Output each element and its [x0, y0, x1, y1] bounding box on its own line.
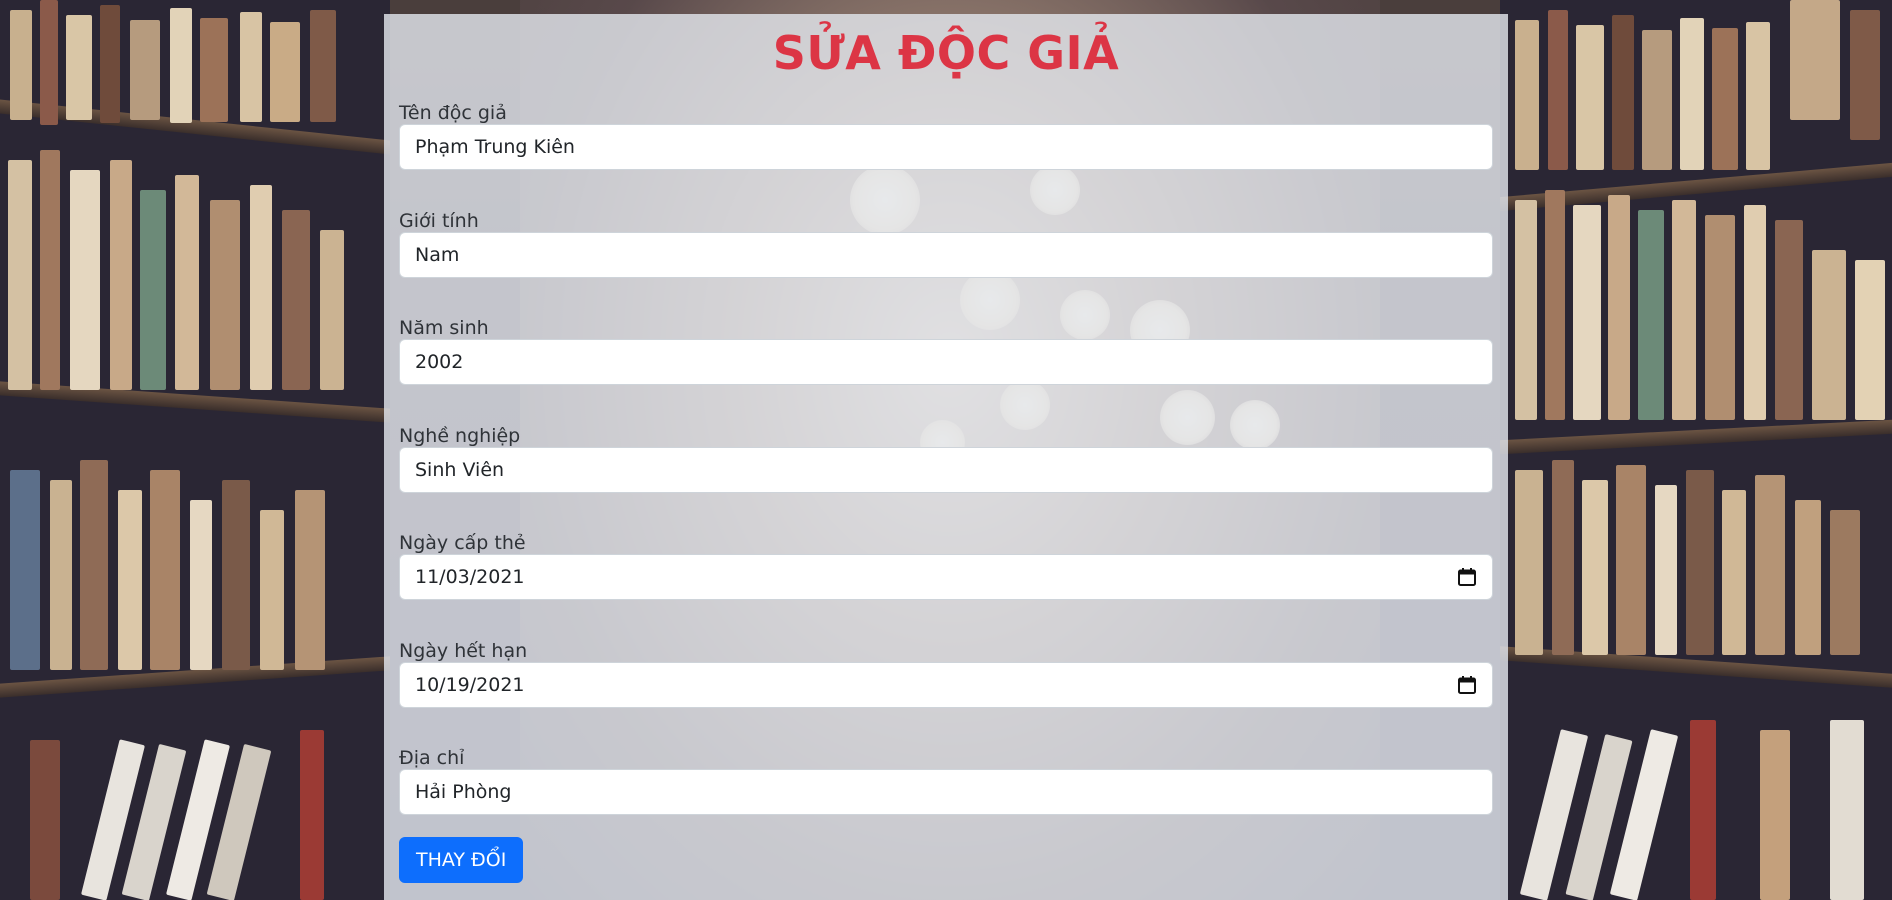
gender-input[interactable]: Nam	[399, 232, 1493, 278]
book	[310, 10, 336, 122]
book	[1573, 205, 1601, 420]
calendar-icon[interactable]	[1457, 567, 1477, 587]
reader-name-label: Tên độc giả	[399, 102, 507, 124]
book	[70, 170, 100, 390]
book	[222, 480, 250, 670]
book	[1746, 22, 1770, 170]
birth-year-input[interactable]: 2002	[399, 339, 1493, 385]
book	[175, 175, 199, 390]
book	[1552, 460, 1574, 655]
book	[130, 20, 160, 120]
book	[30, 740, 60, 900]
book	[40, 150, 60, 390]
book	[300, 730, 324, 900]
book	[1680, 18, 1704, 170]
book	[190, 500, 212, 670]
book	[1515, 470, 1543, 655]
birth-year-value: 2002	[415, 351, 464, 373]
book	[1705, 215, 1735, 420]
book	[10, 470, 40, 670]
page-title: SỬA ĐỘC GIẢ	[772, 26, 1120, 80]
book	[1612, 15, 1634, 170]
book	[150, 470, 180, 670]
book	[80, 460, 108, 670]
book	[1548, 10, 1568, 170]
book	[1608, 195, 1630, 420]
book	[10, 10, 32, 120]
book	[1672, 200, 1696, 420]
book	[170, 8, 192, 123]
book	[1812, 250, 1846, 420]
address-label: Địa chỉ	[399, 747, 465, 769]
book	[1755, 475, 1785, 655]
expiry-date-input[interactable]: 10/19/2021	[399, 662, 1493, 708]
occupation-label: Nghề nghiệp	[399, 425, 521, 447]
card-issue-date-input[interactable]: 11/03/2021	[399, 554, 1493, 600]
book	[1686, 470, 1714, 655]
book	[1515, 20, 1539, 170]
book	[140, 190, 166, 390]
book	[210, 200, 240, 390]
expiry-date-value: 10/19/2021	[415, 674, 525, 696]
book	[1830, 720, 1864, 900]
book	[1850, 10, 1880, 140]
card-issue-date-label: Ngày cấp thẻ	[399, 532, 526, 554]
book	[110, 160, 132, 390]
book	[1722, 490, 1746, 655]
expiry-date-label: Ngày hết hạn	[399, 640, 528, 662]
book	[1760, 730, 1790, 900]
address-input[interactable]: Hải Phòng	[399, 769, 1493, 815]
card-issue-date-value: 11/03/2021	[415, 566, 525, 588]
book	[240, 12, 262, 122]
occupation-value: Sinh Viên	[415, 459, 505, 481]
book	[1545, 190, 1565, 420]
gender-value: Nam	[415, 244, 460, 266]
book	[1790, 0, 1840, 120]
book	[1616, 465, 1646, 655]
birth-year-label: Năm sinh	[399, 317, 489, 339]
book	[1515, 200, 1537, 420]
book	[1744, 205, 1766, 420]
book	[1712, 28, 1738, 170]
reader-name-input[interactable]: Phạm Trung Kiên	[399, 124, 1493, 170]
address-value: Hải Phòng	[415, 781, 512, 803]
book	[40, 0, 58, 125]
book	[1638, 210, 1664, 420]
book	[1642, 30, 1672, 170]
book	[1576, 25, 1604, 170]
book	[1655, 485, 1677, 655]
book	[50, 480, 72, 670]
book	[1582, 480, 1608, 655]
book	[66, 15, 92, 120]
book	[1775, 220, 1803, 420]
book	[1690, 720, 1716, 900]
book	[270, 22, 300, 122]
occupation-input[interactable]: Sinh Viên	[399, 447, 1493, 493]
book	[320, 230, 344, 390]
calendar-icon[interactable]	[1457, 675, 1477, 695]
book	[100, 5, 120, 123]
book	[1855, 260, 1885, 420]
book	[260, 510, 284, 670]
gender-label: Giới tính	[399, 210, 479, 232]
book	[8, 160, 32, 390]
book	[1830, 510, 1860, 655]
book	[118, 490, 142, 670]
edit-reader-form-panel: SỬA ĐỘC GIẢ Tên độc giả Phạm Trung Kiên …	[384, 14, 1508, 900]
book	[295, 490, 325, 670]
update-button[interactable]: THAY ĐỔI	[399, 837, 524, 883]
book	[200, 18, 228, 122]
book	[250, 185, 272, 390]
book	[282, 210, 310, 390]
reader-name-value: Phạm Trung Kiên	[415, 136, 575, 158]
book	[1795, 500, 1821, 655]
